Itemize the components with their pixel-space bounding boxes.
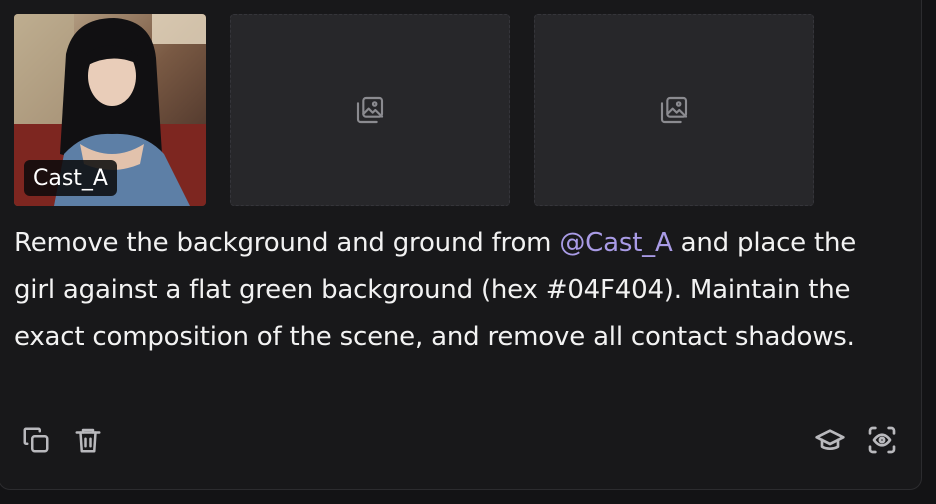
preview-button[interactable] [866, 424, 898, 456]
copy-button[interactable] [20, 424, 52, 456]
cast-a-tag: Cast_A [24, 160, 117, 196]
cast-a-mention[interactable]: @Cast_A [559, 228, 672, 258]
image-placeholder-icon [660, 96, 688, 124]
cast-a-tag-label: Cast_A [33, 165, 108, 191]
copy-icon [23, 427, 49, 453]
prompt-text-before: Remove the background and ground from [14, 228, 560, 258]
image-placeholder-icon [356, 96, 384, 124]
graduation-cap-icon [815, 429, 845, 450]
delete-button[interactable] [72, 424, 104, 456]
learn-button[interactable] [814, 424, 846, 456]
image-slot-1[interactable] [230, 14, 510, 206]
eye-scan-icon [868, 426, 896, 454]
image-slot-2[interactable] [534, 14, 814, 206]
prompt-text: Remove the background and ground from @C… [14, 220, 894, 361]
trash-icon [75, 428, 101, 453]
